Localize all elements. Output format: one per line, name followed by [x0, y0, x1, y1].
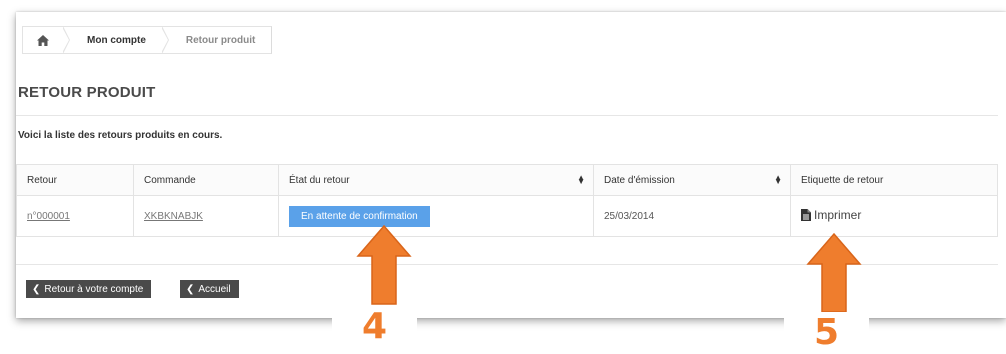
- breadcrumb-label: Mon compte: [87, 34, 146, 46]
- divider: [16, 115, 998, 116]
- breadcrumb-label: Retour produit: [185, 34, 256, 46]
- sort-icon[interactable]: ▲ ▼: [774, 174, 782, 186]
- column-header-commande: Commande: [133, 164, 279, 196]
- home-button[interactable]: ❮ Accueil: [180, 280, 239, 298]
- sort-icon[interactable]: ▲ ▼: [577, 174, 585, 186]
- breadcrumb-home[interactable]: [23, 26, 70, 54]
- cell-commande: XKBKNABJK: [133, 195, 279, 237]
- callout-number-4: 4: [332, 306, 418, 348]
- breadcrumb-item-return: Retour produit: [161, 27, 272, 53]
- column-header-etiquette: Etiquette de retour: [790, 164, 998, 196]
- callout-number-5: 5: [784, 312, 870, 354]
- chevron-left-icon: ❮: [32, 283, 41, 295]
- breadcrumb: Mon compte Retour produit: [22, 26, 273, 54]
- cell-retour: n°000001: [16, 195, 134, 237]
- button-label: Accueil: [198, 283, 231, 295]
- breadcrumb-item-account[interactable]: Mon compte: [63, 26, 169, 54]
- print-link[interactable]: Imprimer: [801, 208, 861, 222]
- arrow-up-icon: [356, 224, 412, 305]
- home-icon: [37, 34, 49, 46]
- return-link[interactable]: n°000001: [27, 211, 70, 222]
- document-icon: [801, 209, 811, 221]
- table-header-row: Retour Commande État du retour ▲ ▼ Date d'…: [16, 164, 998, 196]
- arrow-up-icon: [806, 232, 862, 313]
- back-to-account-button[interactable]: ❮ Retour à votre compte: [26, 280, 152, 298]
- cell-etat: En attente de confirmation: [278, 195, 594, 237]
- cell-date: 25/03/2014: [593, 195, 791, 237]
- column-header-date[interactable]: Date d'émission ▲ ▼: [593, 164, 791, 196]
- table-row: n°000001 XKBKNABJK En attente de confirm…: [16, 195, 998, 237]
- returns-table: Retour Commande État du retour ▲ ▼ Date d'…: [16, 164, 998, 237]
- intro-text: Voici la liste des retours produits en c…: [18, 130, 223, 141]
- page-title: RETOUR PRODUIT: [18, 84, 156, 101]
- cell-etiquette: Imprimer: [790, 195, 998, 237]
- order-link[interactable]: XKBKNABJK: [144, 211, 203, 222]
- column-header-etat[interactable]: État du retour ▲ ▼: [278, 164, 594, 196]
- button-label: Retour à votre compte: [44, 283, 144, 295]
- column-header-retour: Retour: [16, 164, 134, 196]
- print-label: Imprimer: [814, 208, 862, 222]
- chevron-left-icon: ❮: [186, 283, 195, 295]
